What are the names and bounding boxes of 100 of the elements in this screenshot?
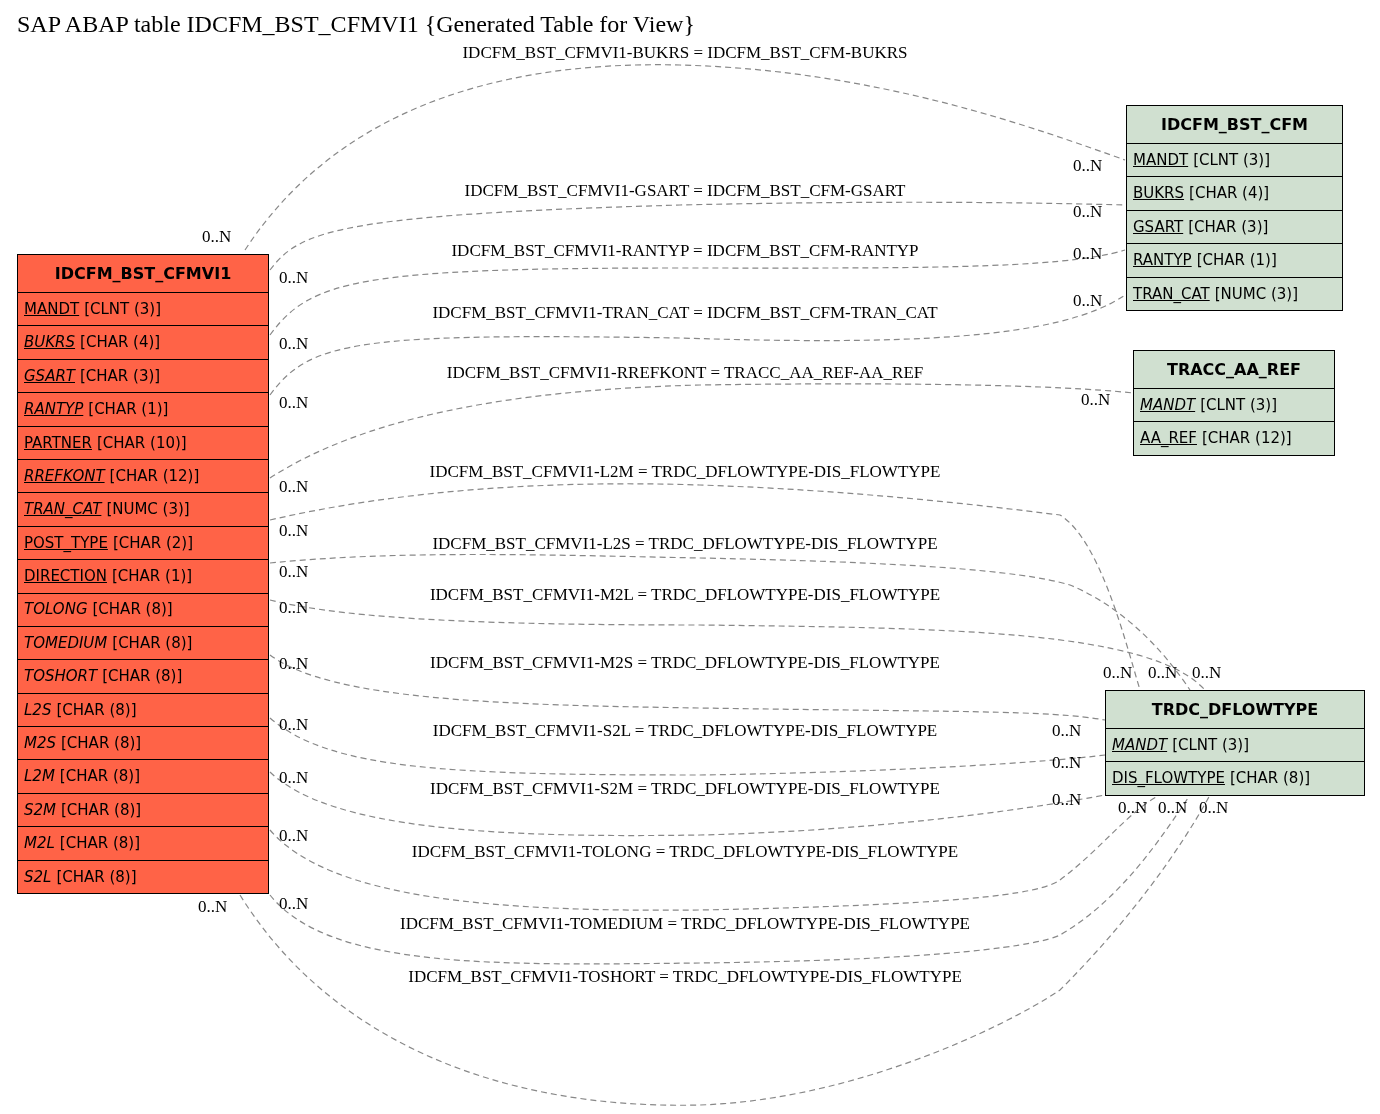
cardinality-label: 0..N bbox=[1052, 722, 1082, 739]
cardinality-label: 0..N bbox=[198, 898, 228, 915]
field-type: [CHAR (8)] bbox=[92, 599, 173, 621]
cardinality-label: 0..N bbox=[1103, 664, 1133, 681]
cardinality-label: 0..N bbox=[1148, 664, 1178, 681]
field-name: BUKRS bbox=[24, 332, 76, 354]
relation-label: IDCFM_BST_CFMVI1-L2S = TRDC_DFLOWTYPE-DIS_FLOWTYPE bbox=[432, 535, 938, 552]
relation-label: IDCFM_BST_CFMVI1-S2M = TRDC_DFLOWTYPE-DIS_FLOWTYPE bbox=[430, 780, 940, 797]
field-type: [CHAR (8)] bbox=[61, 733, 142, 754]
table-header: TRACC_AA_REF bbox=[1165, 358, 1302, 381]
relation-label: IDCFM_BST_CFMVI1-S2L = TRDC_DFLOWTYPE-DIS_FLOWTYPE bbox=[432, 722, 938, 739]
relation-label: IDCFM_BST_CFMVI1-M2S = TRDC_DFLOWTYPE-DIS_FLOWTYPE bbox=[430, 654, 940, 671]
field-name: M2S bbox=[24, 733, 56, 754]
field-type: [CHAR (3)] bbox=[80, 365, 161, 387]
cardinality-label: 0..N bbox=[279, 522, 309, 539]
field-name: MANDT bbox=[24, 298, 80, 320]
cardinality-label: 0..N bbox=[1118, 799, 1148, 816]
cardinality-label: 0..N bbox=[1052, 754, 1082, 771]
table-header: TRDC_DFLOWTYPE bbox=[1150, 698, 1320, 721]
field-type: [CHAR (8)] bbox=[1229, 768, 1311, 790]
relation-label: IDCFM_BST_CFMVI1-TOMEDIUM = TRDC_DFLOWTYPE-DIS_FLOWTYPE bbox=[400, 915, 970, 932]
cardinality-label: 0..N bbox=[279, 769, 309, 786]
field-type: [CHAR (8)] bbox=[59, 766, 140, 788]
cardinality-label: 0..N bbox=[279, 478, 309, 495]
field-type: [CHAR (4)] bbox=[1189, 183, 1270, 205]
field-type: [CHAR (8)] bbox=[112, 632, 193, 654]
field-type: [CHAR (2)] bbox=[112, 532, 194, 554]
relation-label: IDCFM_BST_CFMVI1-L2M = TRDC_DFLOWTYPE-DIS_FLOWTYPE bbox=[429, 463, 941, 480]
field-name: AA_REF bbox=[1140, 428, 1197, 450]
field-type: [CHAR (12)] bbox=[1201, 428, 1292, 450]
cardinality-label: 0..N bbox=[1073, 203, 1103, 220]
field-name: MANDT bbox=[1112, 734, 1168, 756]
relation-label: IDCFM_BST_CFMVI1-TOLONG = TRDC_DFLOWTYPE-DIS_FLOWTYPE bbox=[411, 843, 959, 860]
relation-label: IDCFM_BST_CFMVI1-RANTYP = IDCFM_BST_CFM-RANTYP bbox=[451, 242, 919, 259]
cardinality-label: 0..N bbox=[279, 895, 309, 912]
field-type: [CLNT (3)] bbox=[1193, 149, 1271, 171]
field-name: RANTYP bbox=[1133, 250, 1192, 272]
field-type: [CHAR (8)] bbox=[102, 666, 183, 688]
cardinality-label: 0..N bbox=[279, 716, 309, 733]
field-type: [CHAR (8)] bbox=[56, 866, 137, 888]
cardinality-label: 0..N bbox=[1158, 799, 1188, 816]
field-name: TOSHORT bbox=[24, 666, 98, 688]
field-name: TRAN_CAT bbox=[24, 499, 102, 521]
field-name: GSART bbox=[24, 365, 75, 387]
field-name: TOLONG bbox=[24, 599, 88, 621]
cardinality-label: 0..N bbox=[1073, 157, 1103, 174]
cardinality-label: 0..N bbox=[279, 563, 309, 580]
relation-label: IDCFM_BST_CFMVI1-M2L = TRDC_DFLOWTYPE-DIS_FLOWTYPE bbox=[429, 586, 941, 603]
field-name: TRAN_CAT bbox=[1133, 283, 1210, 305]
field-name: GSART bbox=[1133, 216, 1184, 238]
field-name: MANDT bbox=[1140, 394, 1196, 416]
cardinality-label: 0..N bbox=[202, 228, 232, 245]
field-type: [CHAR (8)] bbox=[59, 833, 140, 855]
cardinality-label: 0..N bbox=[1192, 664, 1222, 681]
field-name: POST_TYPE bbox=[24, 532, 108, 554]
cardinality-label: 0..N bbox=[1199, 799, 1229, 816]
field-name: S2M bbox=[24, 799, 56, 821]
field-type: [CHAR (1)] bbox=[1196, 250, 1277, 272]
cardinality-label: 0..N bbox=[1081, 391, 1111, 408]
field-type: [CHAR (8)] bbox=[56, 699, 137, 721]
field-type: [CHAR (3)] bbox=[1188, 216, 1269, 238]
field-type: [CHAR (8)] bbox=[61, 799, 142, 821]
field-name: S2L bbox=[24, 866, 52, 888]
field-name: DIS_FLOWTYPE bbox=[1112, 768, 1225, 790]
field-type: [NUMC (3)] bbox=[1214, 283, 1299, 305]
field-type: [CHAR (1)] bbox=[111, 566, 193, 588]
cardinality-label: 0..N bbox=[279, 269, 309, 286]
table-header: IDCFM_BST_CFM bbox=[1159, 113, 1310, 136]
cardinality-label: 0..N bbox=[279, 394, 309, 411]
field-type: [CLNT (3)] bbox=[1172, 734, 1250, 756]
cardinality-label: 0..N bbox=[279, 655, 309, 672]
relation-label: IDCFM_BST_CFMVI1-RREFKONT = TRACC_AA_REF-AA_REF bbox=[446, 364, 924, 381]
field-name: M2L bbox=[24, 833, 55, 855]
field-name: MANDT bbox=[1133, 149, 1189, 171]
field-type: [CHAR (1)] bbox=[88, 399, 169, 421]
field-type: [CHAR (12)] bbox=[109, 465, 200, 487]
field-name: L2S bbox=[24, 699, 52, 721]
relation-label: IDCFM_BST_CFMVI1-TOSHORT = TRDC_DFLOWTYPE-DIS_FLOWTYPE bbox=[408, 968, 962, 985]
field-name: RREFKONT bbox=[24, 465, 105, 487]
relation-label: IDCFM_BST_CFMVI1-TRAN_CAT = IDCFM_BST_CFM-TRAN_CAT bbox=[432, 304, 938, 321]
cardinality-label: 0..N bbox=[1073, 292, 1103, 309]
field-type: [CHAR (4)] bbox=[80, 332, 161, 354]
relation-label: IDCFM_BST_CFMVI1-BUKRS = IDCFM_BST_CFM-BUKRS bbox=[462, 44, 908, 61]
table-header: IDCFM_BST_CFMVI1 bbox=[53, 262, 233, 285]
cardinality-label: 0..N bbox=[279, 335, 309, 352]
field-name: PARTNER bbox=[24, 432, 92, 454]
field-type: [NUMC (3)] bbox=[106, 499, 190, 521]
field-name: TOMEDIUM bbox=[24, 632, 108, 654]
field-type: [CLNT (3)] bbox=[1200, 394, 1278, 416]
cardinality-label: 0..N bbox=[1052, 791, 1082, 808]
field-name: L2M bbox=[24, 766, 55, 788]
relation-label: IDCFM_BST_CFMVI1-GSART = IDCFM_BST_CFM-GSART bbox=[464, 182, 906, 199]
cardinality-label: 0..N bbox=[279, 599, 309, 616]
cardinality-label: 0..N bbox=[1073, 245, 1103, 262]
diagram-title: SAP ABAP table IDCFM_BST_CFMVI1 {Generated Table for View} bbox=[17, 10, 695, 39]
field-type: [CLNT (3)] bbox=[84, 298, 162, 320]
cardinality-label: 0..N bbox=[279, 827, 309, 844]
field-name: DIRECTION bbox=[24, 566, 107, 588]
field-name: BUKRS bbox=[1133, 183, 1185, 205]
field-name: RANTYP bbox=[24, 399, 84, 421]
